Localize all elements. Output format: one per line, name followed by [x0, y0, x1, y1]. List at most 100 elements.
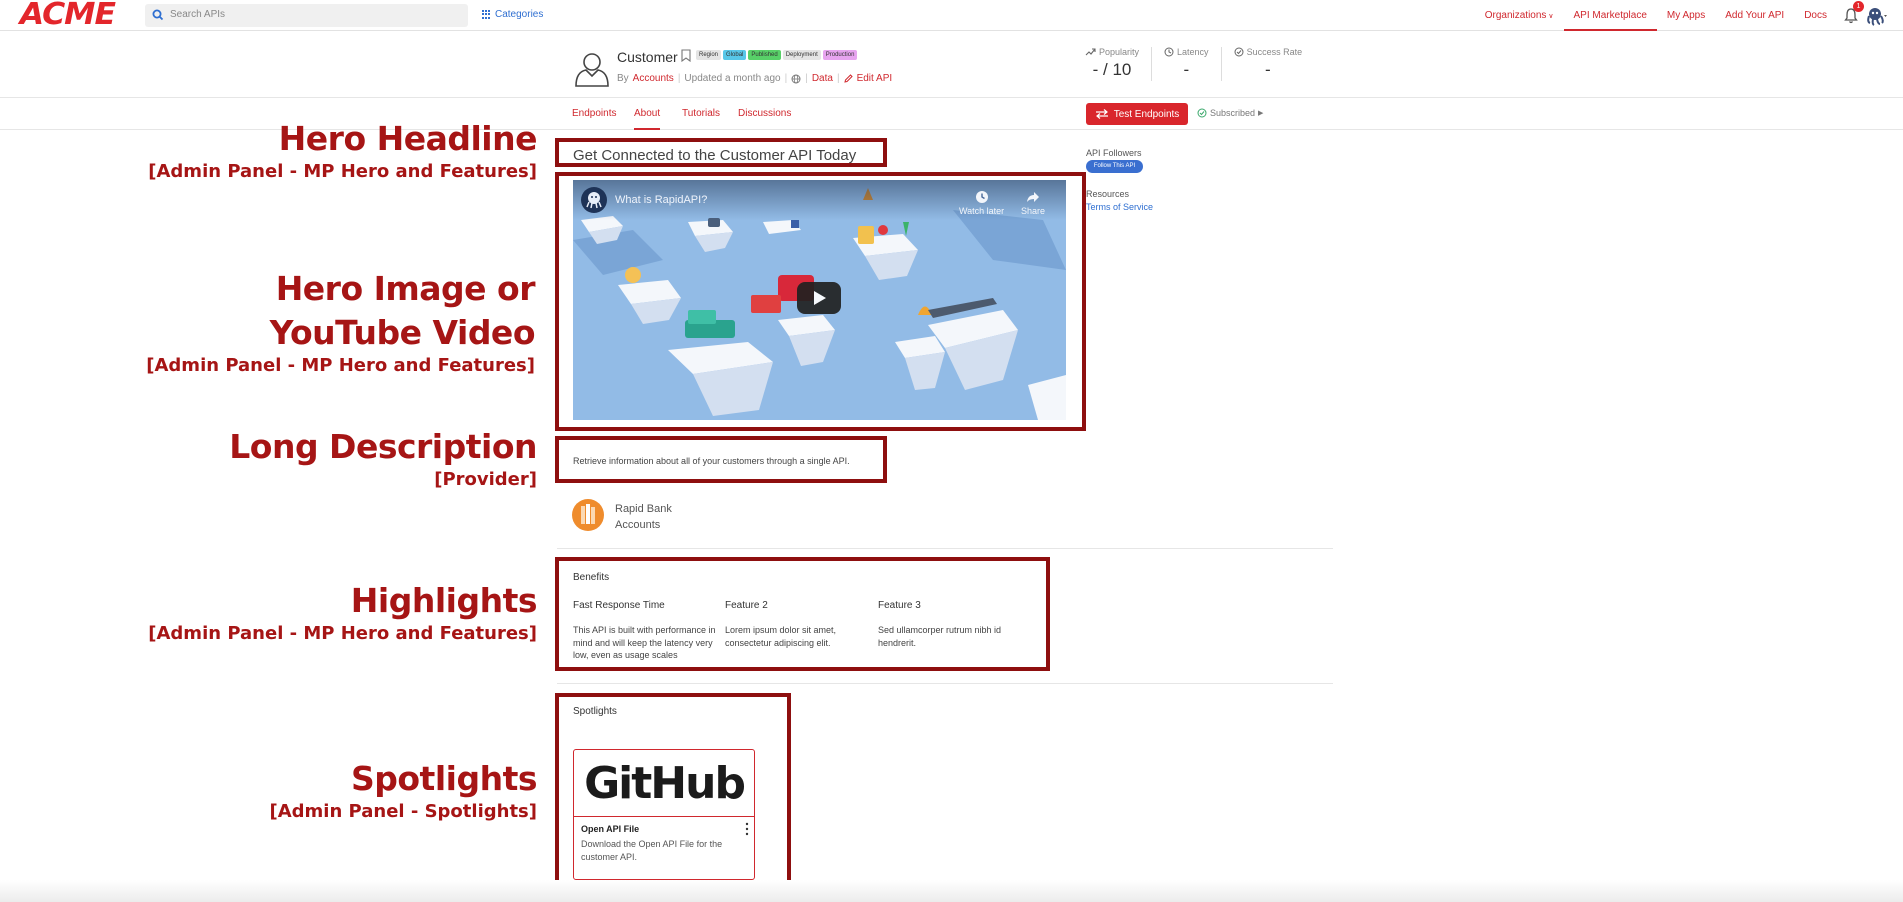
- tag-deployment: Deployment: [782, 50, 821, 60]
- octopus-avatar-icon: [1867, 8, 1887, 26]
- divider: [557, 548, 1333, 549]
- stat-popularity: Popularity - / 10: [1085, 47, 1151, 81]
- swap-arrows-icon: [1095, 109, 1108, 119]
- page-bottom-shadow: [0, 880, 1903, 902]
- long-description: Retrieve information about all of your c…: [573, 456, 850, 466]
- bookmark-icon[interactable]: [681, 49, 691, 62]
- edit-api-link[interactable]: Edit API: [857, 73, 893, 84]
- tab-tutorials[interactable]: Tutorials: [682, 98, 720, 130]
- api-stats: Popularity - / 10 Latency - Success Rate…: [1085, 47, 1314, 81]
- rapidapi-channel-icon[interactable]: [580, 186, 608, 214]
- chevron-down-icon: ∨: [1546, 13, 1554, 20]
- youtube-video[interactable]: What is RapidAPI? Watch later Share: [573, 180, 1066, 420]
- share-arrow-icon: [1027, 192, 1040, 202]
- divider: |: [784, 73, 788, 84]
- play-button[interactable]: [797, 282, 841, 314]
- resources-label: Resources: [1086, 189, 1130, 199]
- feature-item: Feature 3 Sed ullamcorper rutrum nibh id…: [878, 600, 1023, 649]
- spotlights-title: Spotlights: [573, 706, 617, 717]
- stat-latency: Latency -: [1151, 47, 1221, 81]
- success-rate-value: -: [1264, 60, 1271, 79]
- subscribed-status[interactable]: Subscribed ▶: [1197, 108, 1263, 118]
- categories-button[interactable]: Categories: [482, 9, 543, 20]
- api-name: Customer: [617, 49, 678, 65]
- check-circle-icon: [1197, 108, 1207, 118]
- acme-logo[interactable]: ACME: [20, 0, 116, 30]
- clock-icon: [975, 191, 988, 203]
- spotlight-card-description: Download the Open API File for the custo…: [581, 839, 723, 862]
- top-navbar: ACME Search APIs Categories Organization…: [0, 0, 1903, 31]
- annotation-hero-image: Hero Image or YouTube Video [Admin Panel…: [146, 269, 535, 376]
- divider: |: [805, 73, 808, 84]
- tab-endpoints[interactable]: Endpoints: [572, 98, 616, 130]
- tag-global: Global: [723, 50, 747, 60]
- watch-later-button[interactable]: Watch later: [959, 190, 1004, 216]
- pencil-icon: [843, 74, 853, 83]
- building-icon: [581, 504, 595, 524]
- annotation-spotlights: Spotlights [Admin Panel - Spotlights]: [269, 759, 537, 822]
- check-circle-icon: [1234, 47, 1244, 57]
- nav-link-docs[interactable]: Docs: [1794, 0, 1837, 31]
- feature-title: Fast Response Time: [573, 600, 665, 611]
- feature-title: Feature 3: [878, 600, 921, 611]
- feature-description: Sed ullamcorper rutrum nibh id hendrerit…: [878, 625, 1002, 648]
- search-icon: [152, 9, 164, 21]
- search-bar[interactable]: Search APIs: [145, 4, 468, 27]
- tag-region: Region: [696, 50, 722, 60]
- by-label: By: [617, 73, 629, 84]
- api-followers-label: API Followers: [1086, 148, 1142, 158]
- feature-item: Feature 2 Lorem ipsum dolor sit amet, co…: [725, 600, 870, 649]
- terms-of-service-link[interactable]: Terms of Service: [1086, 202, 1153, 212]
- api-tags: Region Global Published Deployment Produ…: [696, 50, 858, 60]
- github-logo: GitHub: [574, 750, 754, 817]
- api-header: Customer Region Global Published Deploym…: [0, 31, 1903, 98]
- annotation-hero-headline: Hero Headline [Admin Panel - MP Hero and…: [148, 119, 537, 182]
- nav-link-api-marketplace[interactable]: API Marketplace: [1563, 0, 1657, 31]
- notifications-button[interactable]: 1: [1841, 0, 1864, 31]
- clock-icon: [1164, 47, 1174, 57]
- provider-name[interactable]: Rapid Bank Accounts: [615, 501, 672, 533]
- grid-icon: [482, 10, 491, 19]
- feature-description: Lorem ipsum dolor sit amet, consectetur …: [725, 625, 837, 648]
- more-vertical-icon[interactable]: [745, 822, 749, 836]
- caret-right-icon: ▶: [1258, 110, 1264, 117]
- spotlight-card[interactable]: GitHub Open API File Download the Open A…: [573, 749, 755, 880]
- video-title[interactable]: What is RapidAPI?: [615, 194, 707, 206]
- trend-up-icon: [1085, 48, 1096, 56]
- tag-production: Production: [822, 50, 858, 60]
- nav-link-add-your-api[interactable]: Add Your API: [1715, 0, 1794, 31]
- divider: |: [677, 73, 681, 84]
- popularity-value: - / 10: [1092, 60, 1132, 79]
- nav-link-my-apps[interactable]: My Apps: [1657, 0, 1715, 31]
- hero-headline: Get Connected to the Customer API Today: [573, 147, 857, 164]
- provider-logo[interactable]: [572, 499, 604, 531]
- search-input[interactable]: Search APIs: [170, 9, 225, 20]
- tag-published: Published: [748, 50, 781, 60]
- tab-about[interactable]: About: [634, 98, 661, 130]
- categories-label: Categories: [495, 9, 544, 20]
- feature-title: Feature 2: [725, 600, 768, 611]
- test-endpoints-button[interactable]: Test Endpoints: [1086, 103, 1188, 125]
- nav-links: Organizations ∨ API Marketplace My Apps …: [1475, 0, 1903, 31]
- feature-item: Fast Response Time This API is built wit…: [573, 600, 718, 662]
- annotation-long-description: Long Description [Provider]: [229, 427, 537, 490]
- owner-link[interactable]: Accounts: [633, 73, 674, 84]
- benefits-title: Benefits: [573, 572, 610, 583]
- follow-api-button[interactable]: Follow This API: [1086, 160, 1143, 173]
- data-link[interactable]: Data: [812, 73, 833, 84]
- spotlight-card-title: Open API File: [581, 824, 640, 834]
- api-user-icon: [575, 53, 609, 87]
- divider: [557, 683, 1333, 684]
- api-meta: By Accounts | Updated a month ago | | Da…: [617, 73, 892, 84]
- nav-link-organizations[interactable]: Organizations ∨: [1475, 0, 1564, 31]
- globe-icon: [791, 74, 801, 83]
- updated-text: Updated a month ago: [684, 73, 781, 84]
- divider: |: [836, 73, 840, 84]
- latency-value: -: [1183, 60, 1190, 79]
- stat-success-rate: Success Rate -: [1220, 47, 1315, 81]
- annotation-highlights: Highlights [Admin Panel - MP Hero and Fe…: [148, 581, 537, 644]
- share-button[interactable]: Share: [1021, 190, 1045, 216]
- feature-description: This API is built with performance in mi…: [573, 625, 716, 660]
- user-avatar[interactable]: [1863, 0, 1897, 31]
- tab-discussions[interactable]: Discussions: [738, 98, 791, 130]
